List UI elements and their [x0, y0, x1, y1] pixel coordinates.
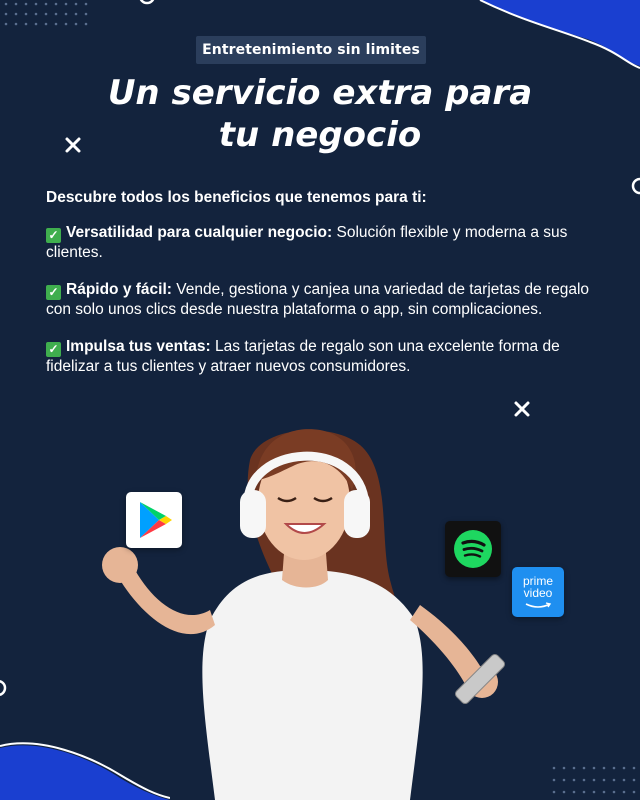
benefit-item: ✓ Versatilidad para cualquier negocio: So… — [46, 223, 616, 262]
benefit-item: ✓ Impulsa tus ventas: Las tarjetas de reg… — [46, 337, 616, 376]
benefit-item: ✓ Rápido y fácil: Vende, gestiona y canje… — [46, 280, 616, 319]
check-icon: ✓ — [46, 342, 61, 357]
check-icon: ✓ — [46, 228, 61, 243]
x-mark-icon — [514, 401, 530, 417]
prime-video-icon: prime video — [512, 575, 564, 599]
amazon-smile-icon — [525, 602, 552, 608]
ring-shape-top — [139, 0, 155, 5]
google-play-tile — [126, 492, 182, 548]
category-tag: Entretenimiento sin limites — [196, 36, 426, 64]
spotify-icon — [454, 530, 492, 568]
benefit-title: Versatilidad para cualquier negocio: — [66, 224, 333, 241]
headline-line-2: tu negocio — [218, 115, 422, 155]
benefit-title: Impulsa tus ventas: — [66, 338, 211, 355]
benefit-title: Rápido y fácil: — [66, 281, 172, 298]
dot-grid-top-left — [4, 2, 88, 26]
ring-shape-left — [0, 679, 7, 697]
benefits-section: Descubre todos los beneficios que tenemo… — [46, 188, 616, 394]
woman-with-headphones-illustration — [102, 429, 506, 800]
dot-grid-bottom-right — [552, 766, 636, 794]
headline: Un servicio extra para tu negocio — [60, 72, 580, 156]
prime-video-tile: prime video — [512, 567, 564, 617]
benefits-intro: Descubre todos los beneficios que tenemo… — [46, 189, 427, 206]
headline-line-1: Un servicio extra para — [107, 73, 533, 113]
check-icon: ✓ — [46, 285, 61, 300]
top-wave-shape — [479, 0, 640, 69]
promo-canvas: Entretenimiento sin limites Un servicio … — [0, 0, 640, 800]
ring-shape-right — [631, 177, 640, 195]
spotify-tile — [445, 521, 501, 577]
google-play-icon — [140, 502, 172, 538]
prime-line-2: video — [523, 586, 553, 600]
